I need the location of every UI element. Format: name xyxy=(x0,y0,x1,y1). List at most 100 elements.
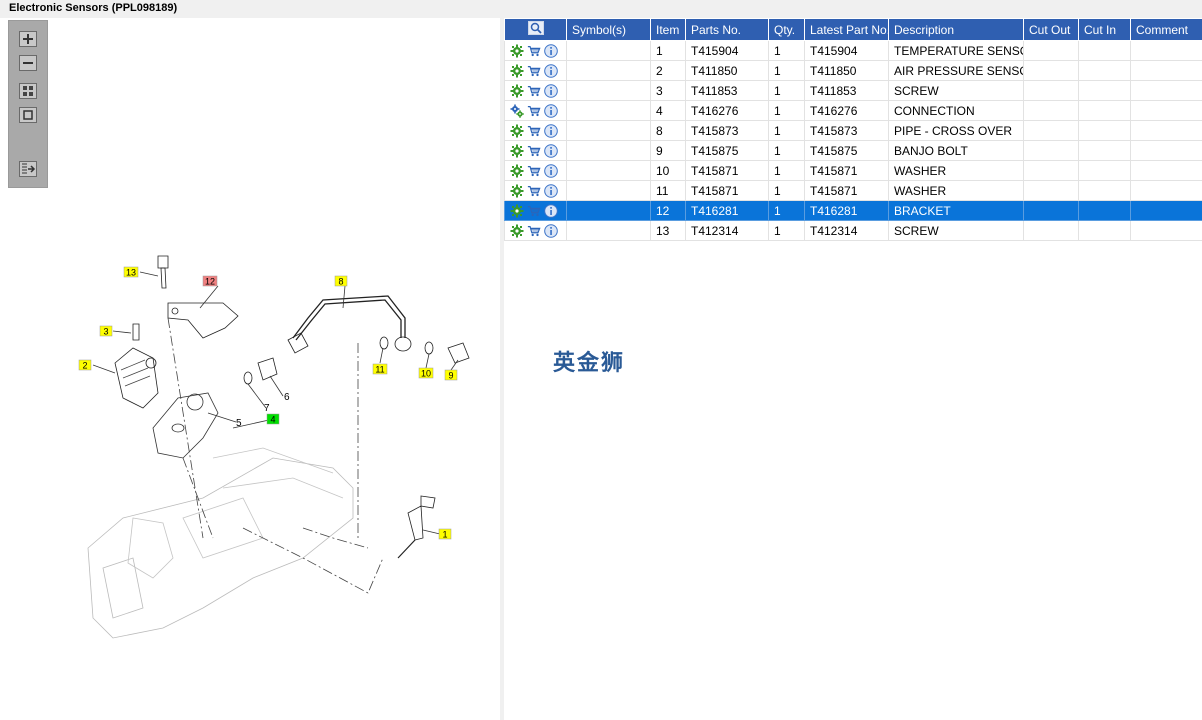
callout-13[interactable]: 13 xyxy=(123,266,139,278)
row-actions xyxy=(504,140,567,161)
gear-icon[interactable] xyxy=(510,44,524,58)
callout-11[interactable]: 11 xyxy=(372,363,388,375)
cart-icon[interactable] xyxy=(527,124,541,138)
info-icon[interactable] xyxy=(544,123,558,138)
column-header-description[interactable]: Description xyxy=(888,18,1024,41)
callout-2[interactable]: 2 xyxy=(78,359,92,371)
svg-text:12: 12 xyxy=(205,277,215,287)
column-header-cut-out[interactable]: Cut Out xyxy=(1023,18,1079,41)
cart-icon[interactable] xyxy=(527,84,541,98)
cell-item: 11 xyxy=(650,180,686,201)
info-icon[interactable] xyxy=(544,83,558,98)
table-row[interactable]: 2 T411850 1 T411850 AIR PRESSURE SENSOR xyxy=(504,60,1202,81)
cart-icon[interactable] xyxy=(527,104,541,118)
callout-3[interactable]: 3 xyxy=(99,325,113,337)
column-header-parts-no[interactable]: Parts No. xyxy=(685,18,769,41)
callout-12[interactable]: 12 xyxy=(202,275,218,287)
cell-comment xyxy=(1130,40,1202,61)
cell-description: SCREW xyxy=(888,220,1024,241)
cell-description: TEMPERATURE SENSOR xyxy=(888,40,1024,61)
cell-description: BRACKET xyxy=(888,200,1024,221)
table-row[interactable]: 13 T412314 1 T412314 SCREW xyxy=(504,220,1202,241)
cart-icon[interactable] xyxy=(527,164,541,178)
row-actions xyxy=(504,220,567,241)
info-icon[interactable] xyxy=(544,223,558,238)
callout-10[interactable]: 10 xyxy=(418,367,434,379)
table-row[interactable]: 1 T415904 1 T415904 TEMPERATURE SENSOR xyxy=(504,40,1202,61)
cell-latest-part-no: T415871 xyxy=(804,160,889,181)
gear-icon[interactable] xyxy=(510,204,524,218)
cell-cut-in xyxy=(1078,140,1131,161)
cell-cut-in xyxy=(1078,200,1131,221)
info-icon[interactable] xyxy=(544,183,558,198)
table-row[interactable]: 4 T416276 1 T416276 CONNECTION xyxy=(504,100,1202,121)
cell-cut-in xyxy=(1078,220,1131,241)
cell-cut-in xyxy=(1078,60,1131,81)
callout-8[interactable]: 8 xyxy=(334,275,348,287)
column-header-item[interactable]: Item xyxy=(650,18,686,41)
row-actions xyxy=(504,120,567,141)
cell-cut-in xyxy=(1078,120,1131,141)
column-header-latest-part-no[interactable]: Latest Part No. xyxy=(804,18,889,41)
cell-item: 13 xyxy=(650,220,686,241)
cart-icon[interactable] xyxy=(527,64,541,78)
column-header-actions[interactable] xyxy=(504,18,567,41)
gear-icon[interactable] xyxy=(510,224,524,238)
watermark-text: 英金狮 xyxy=(553,351,626,376)
table-row[interactable]: 10 T415871 1 T415871 WASHER xyxy=(504,160,1202,181)
cell-cut-out xyxy=(1023,180,1079,201)
diagram-viewer[interactable]: 13 12 8 3 2 11 10 9 4 1 7 6 5 xyxy=(3,18,500,720)
callout-9[interactable]: 9 xyxy=(444,369,458,381)
gear-icon[interactable] xyxy=(510,84,524,98)
cart-icon[interactable] xyxy=(527,44,541,58)
info-icon[interactable] xyxy=(544,43,558,58)
cell-qty: 1 xyxy=(768,220,805,241)
cell-cut-out xyxy=(1023,220,1079,241)
info-icon[interactable] xyxy=(544,143,558,158)
cell-item: 2 xyxy=(650,60,686,81)
table-row[interactable]: 11 T415871 1 T415871 WASHER xyxy=(504,180,1202,201)
gear-icon[interactable] xyxy=(510,124,524,138)
cell-item: 4 xyxy=(650,100,686,121)
gear-icon[interactable] xyxy=(510,64,524,78)
table-row[interactable]: 8 T415873 1 T415873 PIPE - CROSS OVER xyxy=(504,120,1202,141)
info-icon[interactable] xyxy=(544,103,558,118)
cell-description: SCREW xyxy=(888,80,1024,101)
svg-text:8: 8 xyxy=(338,277,343,287)
info-icon[interactable] xyxy=(544,203,558,218)
row-actions xyxy=(504,100,567,121)
table-row[interactable]: 9 T415875 1 T415875 BANJO BOLT xyxy=(504,140,1202,161)
parts-diagram[interactable]: 13 12 8 3 2 11 10 9 4 1 7 6 5 xyxy=(3,18,500,720)
callout-4[interactable]: 4 xyxy=(266,413,280,425)
cell-parts-no: T412314 xyxy=(685,220,769,241)
callout-1[interactable]: 1 xyxy=(438,528,452,540)
info-icon[interactable] xyxy=(544,63,558,78)
cell-description: AIR PRESSURE SENSOR xyxy=(888,60,1024,81)
cart-icon[interactable] xyxy=(527,204,541,218)
cell-qty: 1 xyxy=(768,140,805,161)
parts-table: Symbol(s) Item Parts No. Qty. Latest Par… xyxy=(504,18,1202,241)
cart-icon[interactable] xyxy=(527,224,541,238)
table-row[interactable]: 12 T416281 1 T416281 BRACKET xyxy=(504,200,1202,221)
svg-text:9: 9 xyxy=(448,371,453,381)
cell-parts-no: T416276 xyxy=(685,100,769,121)
gear-icon[interactable] xyxy=(510,144,524,158)
gear-icon[interactable] xyxy=(510,104,524,118)
cell-cut-out xyxy=(1023,80,1079,101)
info-icon[interactable] xyxy=(544,163,558,178)
cart-icon[interactable] xyxy=(527,184,541,198)
cell-qty: 1 xyxy=(768,60,805,81)
gear-icon[interactable] xyxy=(510,164,524,178)
cell-latest-part-no: T411853 xyxy=(804,80,889,101)
cell-item: 3 xyxy=(650,80,686,101)
cart-icon[interactable] xyxy=(527,144,541,158)
gear-icon[interactable] xyxy=(510,184,524,198)
column-header-symbols[interactable]: Symbol(s) xyxy=(566,18,651,41)
cell-latest-part-no: T411850 xyxy=(804,60,889,81)
column-header-qty[interactable]: Qty. xyxy=(768,18,805,41)
column-header-cut-in[interactable]: Cut In xyxy=(1078,18,1131,41)
table-row[interactable]: 3 T411853 1 T411853 SCREW xyxy=(504,80,1202,101)
cell-cut-out xyxy=(1023,100,1079,121)
column-header-comment[interactable]: Comment xyxy=(1130,18,1202,41)
search-parts-icon[interactable] xyxy=(527,21,544,35)
